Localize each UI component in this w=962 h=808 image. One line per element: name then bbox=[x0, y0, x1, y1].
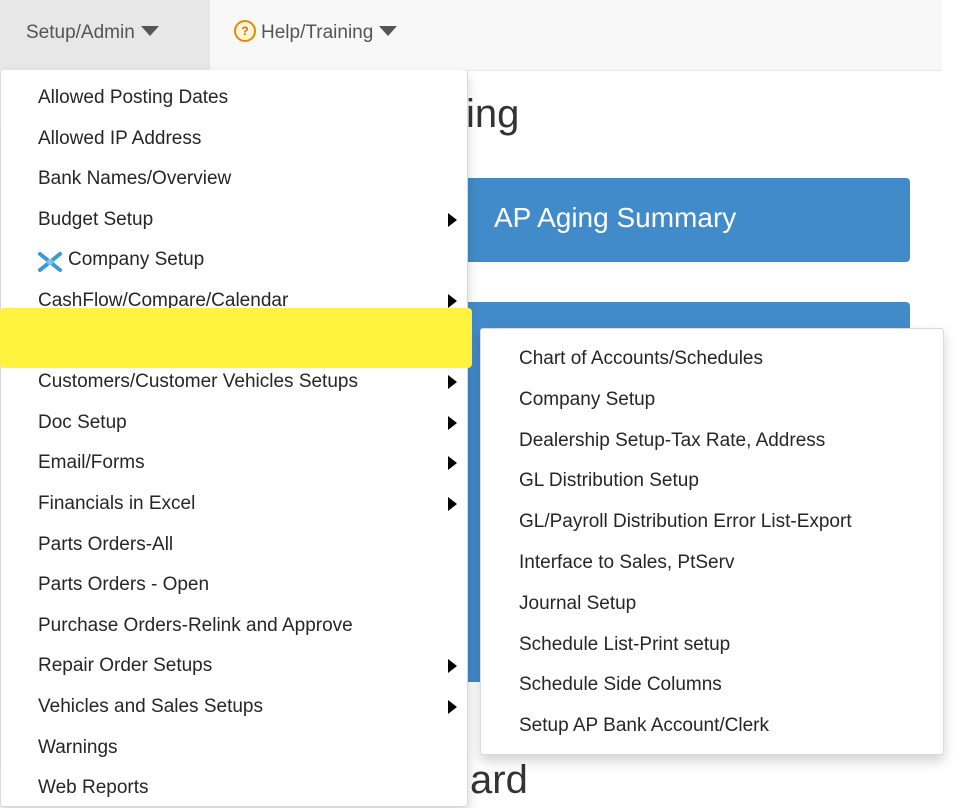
ap-aging-summary-tile[interactable]: AP Aging Summary bbox=[460, 178, 910, 262]
chevron-right-icon bbox=[448, 375, 457, 390]
submenu-item-setup-ap-bank-account-clerk[interactable]: Setup AP Bank Account/Clerk bbox=[481, 706, 943, 746]
caret-down-icon bbox=[379, 25, 398, 36]
chevron-right-icon bbox=[448, 659, 457, 674]
menu-item-allowed-ip-address[interactable]: Allowed IP Address bbox=[1, 119, 467, 159]
menu-item-label: Allowed Posting Dates bbox=[38, 87, 229, 108]
submenu-item-label: Setup AP Bank Account/Clerk bbox=[519, 715, 769, 737]
chevron-right-icon bbox=[448, 415, 457, 430]
submenu-item-chart-of-accounts-schedules[interactable]: Chart of Accounts/Schedules bbox=[481, 339, 943, 379]
submenu-item-label: GL Distribution Setup bbox=[519, 470, 699, 492]
menu-item-label: Doc Setup bbox=[38, 411, 127, 433]
submenu-item-label: Company Setup bbox=[519, 388, 656, 410]
menu-item-repair-order-setups[interactable]: Repair Order Setups bbox=[1, 646, 467, 686]
submenu-item-label: Schedule Side Columns bbox=[519, 674, 722, 696]
menu-item-label: Company Setup bbox=[68, 249, 205, 271]
menu-item-company-setup[interactable]: Company Setup bbox=[1, 240, 467, 280]
nav-help-training[interactable]: ? Help/Training bbox=[234, 0, 398, 70]
menu-item-budget-setup[interactable]: Budget Setup bbox=[1, 200, 467, 240]
submenu-item-label: Journal Setup bbox=[519, 592, 637, 614]
submenu-item-schedule-list-print-setup[interactable]: Schedule List-Print setup bbox=[481, 625, 943, 665]
submenu-item-label: GL/Payroll Distribution Error List-Expor… bbox=[519, 511, 852, 533]
menu-item-vehicles-and-sales-setups[interactable]: Vehicles and Sales Setups bbox=[1, 687, 467, 727]
menu-item-financials-in-excel[interactable]: Financials in Excel bbox=[1, 484, 467, 524]
menu-item-purchase-orders-relink-and-approve[interactable]: Purchase Orders-Relink and Approve bbox=[1, 606, 467, 646]
submenu-item-dealership-setup-tax-rate-address[interactable]: Dealership Setup-Tax Rate, Address bbox=[481, 421, 943, 461]
nav-setup-admin[interactable]: Setup/Admin bbox=[0, 0, 210, 70]
nav-setup-admin-label: Setup/Admin bbox=[26, 22, 135, 43]
menu-item-label: Web Reports bbox=[38, 777, 149, 799]
submenu-item-gl-distribution-setup[interactable]: GL Distribution Setup bbox=[481, 461, 943, 501]
chevron-right-icon bbox=[448, 456, 457, 471]
submenu-item-gl-payroll-distribution-error-list-export[interactable]: GL/Payroll Distribution Error List-Expor… bbox=[481, 502, 943, 542]
caret-down-icon bbox=[140, 25, 159, 36]
menu-item-email-forms[interactable]: Email/Forms bbox=[1, 443, 467, 483]
highlight-marker bbox=[0, 308, 472, 368]
menu-item-label: Bank Names/Overview bbox=[38, 168, 232, 190]
menu-item-customers-customer-vehicles-setups[interactable]: Customers/Customer Vehicles Setups bbox=[1, 362, 467, 402]
menu-item-allowed-posting-dates[interactable]: Allowed Posting Dates bbox=[1, 78, 467, 118]
submenu-item-label: Interface to Sales, PtServ bbox=[519, 552, 735, 573]
menu-item-label: Email/Forms bbox=[38, 452, 145, 474]
chevron-right-icon bbox=[448, 497, 457, 511]
top-navbar: Setup/Admin ? Help/Training bbox=[0, 0, 942, 71]
ap-aging-summary-label: AP Aging Summary bbox=[494, 202, 737, 233]
menu-item-label: Warnings bbox=[38, 736, 118, 758]
menu-item-bank-names-overview[interactable]: Bank Names/Overview bbox=[1, 159, 467, 199]
menu-item-parts-orders-all[interactable]: Parts Orders-All bbox=[1, 525, 467, 565]
submenu-item-label: Dealership Setup-Tax Rate, Address bbox=[519, 429, 826, 451]
page-heading-bottom: ard bbox=[470, 758, 528, 802]
setup-admin-dropdown: Allowed Posting Dates Allowed IP Address B… bbox=[0, 70, 468, 807]
chevron-right-icon bbox=[448, 212, 457, 227]
menu-item-label: Financials in Excel bbox=[38, 493, 196, 514]
menu-item-label: Vehicles and Sales Setups bbox=[38, 696, 263, 717]
menu-item-label: Parts Orders-All bbox=[38, 533, 174, 555]
menu-item-web-reports[interactable]: Web Reports bbox=[1, 768, 467, 808]
question-icon: ? bbox=[234, 19, 256, 42]
menu-item-label: Purchase Orders-Relink and Approve bbox=[38, 614, 353, 636]
chart-of-accounts-submenu: Chart of Accounts/Schedules Company Setup… bbox=[480, 328, 944, 755]
tools-icon bbox=[38, 252, 62, 273]
submenu-item-label: Schedule List-Print setup bbox=[519, 633, 731, 655]
submenu-item-schedule-side-columns[interactable]: Schedule Side Columns bbox=[481, 665, 943, 705]
menu-item-label: Repair Order Setups bbox=[38, 655, 213, 677]
submenu-item-journal-setup[interactable]: Journal Setup bbox=[481, 584, 943, 624]
menu-item-parts-orders-open[interactable]: Parts Orders - Open bbox=[1, 565, 467, 605]
submenu-item-interface-to-sales-ptserv[interactable]: Interface to Sales, PtServ bbox=[481, 543, 943, 583]
chevron-right-icon bbox=[448, 294, 457, 308]
chevron-right-icon bbox=[448, 700, 457, 714]
menu-item-label: Customers/Customer Vehicles Setups bbox=[38, 371, 358, 393]
nav-help-training-label: Help/Training bbox=[261, 22, 374, 43]
menu-item-label: Allowed IP Address bbox=[38, 127, 202, 149]
page-heading: ing bbox=[466, 92, 520, 136]
menu-item-label: Budget Setup bbox=[38, 208, 154, 230]
menu-item-label: Parts Orders - Open bbox=[38, 574, 210, 596]
submenu-item-company-setup[interactable]: Company Setup bbox=[481, 380, 943, 420]
menu-item-doc-setup[interactable]: Doc Setup bbox=[1, 403, 467, 443]
menu-item-warnings[interactable]: Warnings bbox=[1, 728, 467, 768]
submenu-item-label: Chart of Accounts/Schedules bbox=[519, 348, 763, 369]
